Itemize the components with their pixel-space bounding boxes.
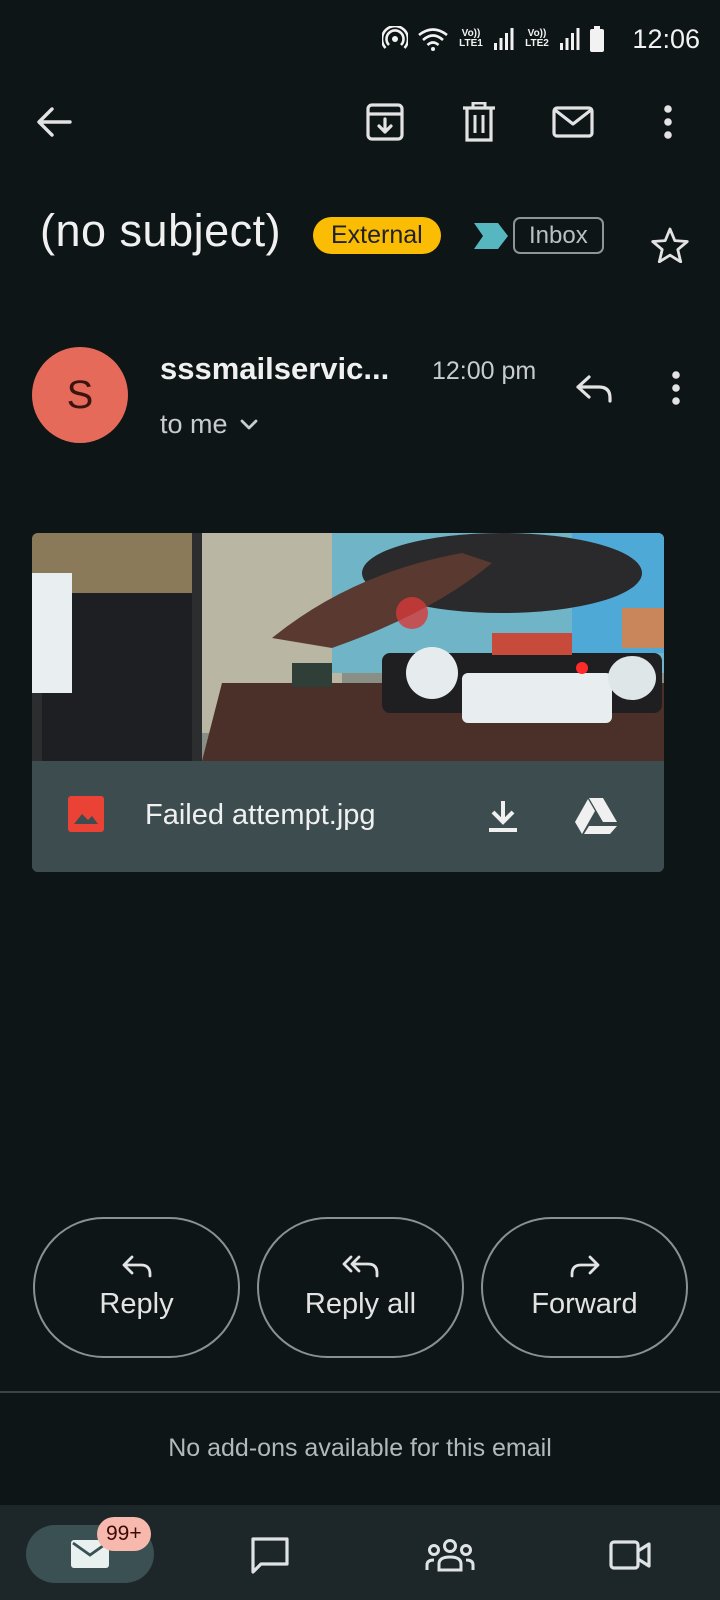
email-time: 12:00 pm [432,357,537,385]
delete-icon [463,102,495,142]
battery-icon [590,26,604,52]
sender-name[interactable]: sssmailservic... [160,351,389,387]
attachment-file-name: Failed attempt.jpg [145,799,376,831]
sender-avatar[interactable]: S [32,347,128,443]
important-marker-icon[interactable] [474,223,508,249]
email-subject: (no subject) [40,205,282,256]
image-file-icon [68,796,104,832]
recipient-label: to me [160,409,228,439]
reply-all-button[interactable]: Reply all [257,1217,464,1358]
reply-icon [122,1255,151,1278]
more-options-button[interactable] [640,94,696,150]
archive-icon [366,103,404,141]
chat-icon [251,1537,289,1574]
save-to-drive-button[interactable] [568,788,624,844]
external-badge: External [313,217,441,254]
reply-all-icon [342,1255,378,1278]
spaces-icon [425,1539,475,1572]
status-icons: Vo)) LTE1 Vo)) LTE2 [382,26,604,52]
archive-button[interactable] [357,94,413,150]
chevron-down-icon [240,419,257,429]
mark-unread-button[interactable] [545,94,601,150]
label-chip[interactable]: Inbox [513,217,604,254]
back-arrow-icon [37,107,72,137]
reply-all-label: Reply all [304,1288,417,1320]
download-button[interactable] [475,788,531,844]
mark-unread-icon [552,106,594,138]
nav-spaces[interactable] [422,1527,478,1583]
forward-label: Forward [531,1288,638,1320]
unread-count-badge: 99+ [97,1517,151,1551]
addons-note: No add-ons available for this email [168,1434,552,1462]
more-vert-icon [664,105,672,139]
nav-chat[interactable] [242,1527,298,1583]
meet-icon [609,1540,651,1570]
reply-icon [576,375,612,403]
signal-icon [494,28,514,50]
message-more-button[interactable] [648,360,704,416]
hotspot-icon [382,26,408,49]
recipient-details-toggle[interactable]: to me [160,409,258,440]
forward-icon [570,1255,599,1278]
back-button[interactable] [26,94,82,150]
nav-meet[interactable] [602,1527,658,1583]
wifi-icon [418,28,448,51]
reply-button[interactable]: Reply [33,1217,240,1358]
sim2-label: Vo)) LTE2 [525,28,549,49]
attachment-preview-image[interactable] [32,533,664,761]
signal-icon [560,28,580,50]
status-time: 12:06 [632,24,700,54]
star-icon[interactable] [651,227,689,263]
reply-label: Reply [99,1288,174,1320]
reply-quick-button[interactable] [566,360,622,416]
forward-button[interactable]: Forward [481,1217,688,1358]
more-vert-icon [672,371,680,405]
attachment-info-bar[interactable]: Failed attempt.jpg [32,761,664,872]
download-icon [489,801,517,832]
attachment-card[interactable]: Failed attempt.jpg [32,533,664,872]
delete-button[interactable] [451,94,507,150]
sim1-label: Vo)) LTE1 [459,28,483,49]
drive-icon [575,798,617,834]
divider [0,1391,720,1393]
status-bar: Vo)) LTE1 Vo)) LTE2 12:06 [0,0,720,80]
